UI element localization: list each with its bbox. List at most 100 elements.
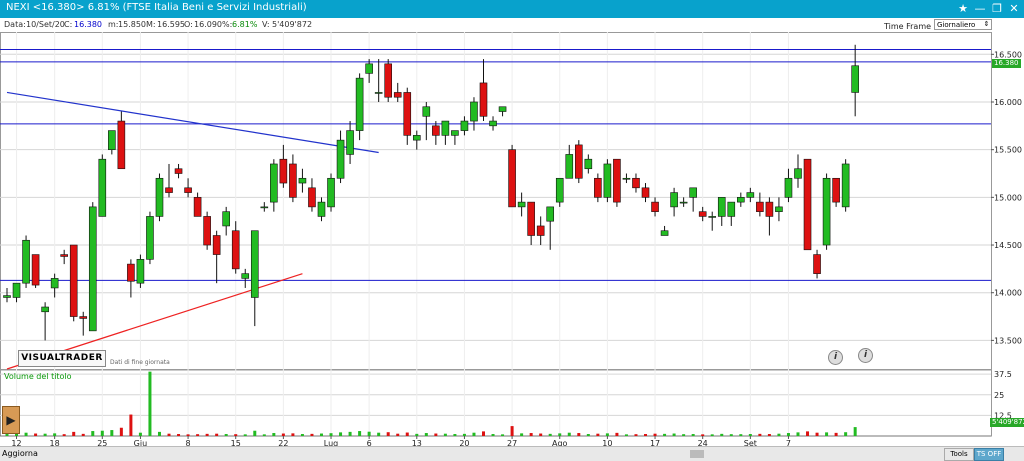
volume-tick-label: 25: [994, 391, 1004, 400]
volume-bar: [539, 433, 543, 436]
trend-lines: [6, 91, 379, 370]
candle-up: [146, 216, 154, 260]
volume-axis: 37.52512.5: [994, 370, 1012, 420]
candle-down: [203, 216, 211, 246]
volume-bar: [596, 433, 600, 436]
volume-bar: [234, 434, 238, 436]
x-tick-label: 20: [459, 439, 469, 446]
volume-bar: [53, 433, 57, 436]
candle-up: [841, 163, 850, 208]
volume-bar: [224, 434, 228, 436]
volume-bar: [739, 434, 743, 436]
candle-down: [127, 263, 135, 282]
data-note: Dati di fine giornata: [110, 359, 170, 366]
pct-value: 6.81%: [232, 20, 258, 29]
volume-bar: [91, 431, 95, 436]
y-tick-label: 15.500: [994, 146, 1022, 155]
candle-up: [241, 273, 250, 279]
info-icon[interactable]: i: [828, 350, 843, 365]
open-value: 16.090: [194, 20, 222, 29]
candle-up: [546, 206, 555, 222]
volume-bar: [520, 433, 524, 436]
bottom-bar: Aggiorna Tools TS OFF: [0, 446, 1024, 461]
volume-bar: [567, 432, 571, 436]
volume-bar: [262, 434, 266, 436]
candle-down: [756, 201, 764, 212]
candle-up: [622, 177, 631, 180]
volume-label-top: V:: [262, 20, 270, 29]
candle-up: [136, 259, 145, 284]
candle-down: [403, 92, 412, 136]
candle-down: [527, 201, 535, 236]
maximize-icon[interactable]: ❐: [990, 2, 1004, 16]
volume-bar: [348, 431, 352, 436]
candle-down: [803, 158, 812, 251]
volume-bar: [586, 434, 590, 436]
volume-bar: [110, 430, 114, 436]
volume-bar: [215, 433, 219, 436]
volume-bar: [663, 433, 667, 436]
volume-bar: [548, 433, 552, 436]
timeframe-arrow-icon[interactable]: ⇕: [982, 20, 991, 29]
volume-bar: [405, 432, 409, 436]
candle-up: [50, 278, 59, 289]
scrollbar-thumb[interactable]: [690, 450, 704, 458]
candle-up: [336, 139, 345, 179]
candle-down: [508, 149, 516, 208]
candle-up: [489, 120, 497, 127]
candle-down: [174, 168, 183, 174]
minimize-icon[interactable]: —: [973, 2, 987, 16]
volume-bar: [853, 427, 857, 436]
info-icon[interactable]: i: [858, 348, 873, 363]
candle-up: [422, 106, 431, 117]
visualtrader-logo: VISUALTRADER: [18, 350, 106, 367]
volume-bar: [653, 433, 657, 436]
volume-bar: [644, 434, 648, 436]
info-bar: Data: 10/Set/20 C: 16.380 m: 15.850 M: 1…: [0, 18, 1024, 32]
volume-bar: [758, 433, 762, 436]
volume-bar: [243, 434, 247, 436]
volume-bar: [177, 434, 181, 436]
candle-up: [22, 239, 30, 284]
volume-bar: [682, 434, 686, 436]
close-icon[interactable]: ✕: [1007, 2, 1021, 16]
volume-bar: [510, 426, 514, 436]
volume-bar: [5, 434, 9, 436]
candle-down: [813, 254, 821, 274]
candle-down: [393, 92, 402, 98]
candle-up: [717, 197, 726, 217]
volume-bar: [339, 432, 343, 436]
volume-bar: [806, 431, 810, 436]
min-value: 15.850: [118, 20, 146, 29]
refresh-button[interactable]: Aggiorna: [2, 449, 38, 458]
volume-bar: [272, 433, 276, 436]
y-tick-label: 16.500: [994, 50, 1022, 59]
candle-down: [479, 82, 488, 117]
date-label: Data:: [4, 20, 26, 29]
volume-bar: [834, 432, 838, 436]
last-price-tag: 16.380: [992, 59, 1021, 68]
x-tick-label: Giu: [134, 439, 148, 446]
candle-down: [184, 187, 192, 193]
volume-bar: [138, 432, 142, 436]
volume-bar: [377, 432, 381, 436]
candle-up: [460, 120, 469, 131]
volume-bar: [43, 433, 47, 436]
volume-bar: [119, 427, 123, 436]
volume-bar: [205, 433, 209, 436]
candle-down: [698, 211, 707, 217]
volume-bar: [386, 432, 390, 436]
ts-off-button[interactable]: TS OFF: [974, 448, 1004, 461]
x-tick-label: Ago: [552, 439, 568, 446]
max-label: M:: [146, 20, 156, 29]
volume-bar: [462, 433, 466, 436]
candle-up: [822, 177, 831, 246]
volume-panel-label: Volume del titolo: [4, 372, 72, 381]
price-chart[interactable]: 16.500 16.000 15.500 15.000 14.500 14.000 13.5…: [0, 32, 1024, 446]
star-icon[interactable]: ★: [956, 2, 970, 16]
side-panel-toggle[interactable]: ▶: [2, 406, 20, 434]
candles: [3, 44, 859, 341]
candle-up: [794, 168, 802, 179]
tools-button[interactable]: Tools: [944, 448, 974, 461]
candle-down: [31, 254, 40, 286]
